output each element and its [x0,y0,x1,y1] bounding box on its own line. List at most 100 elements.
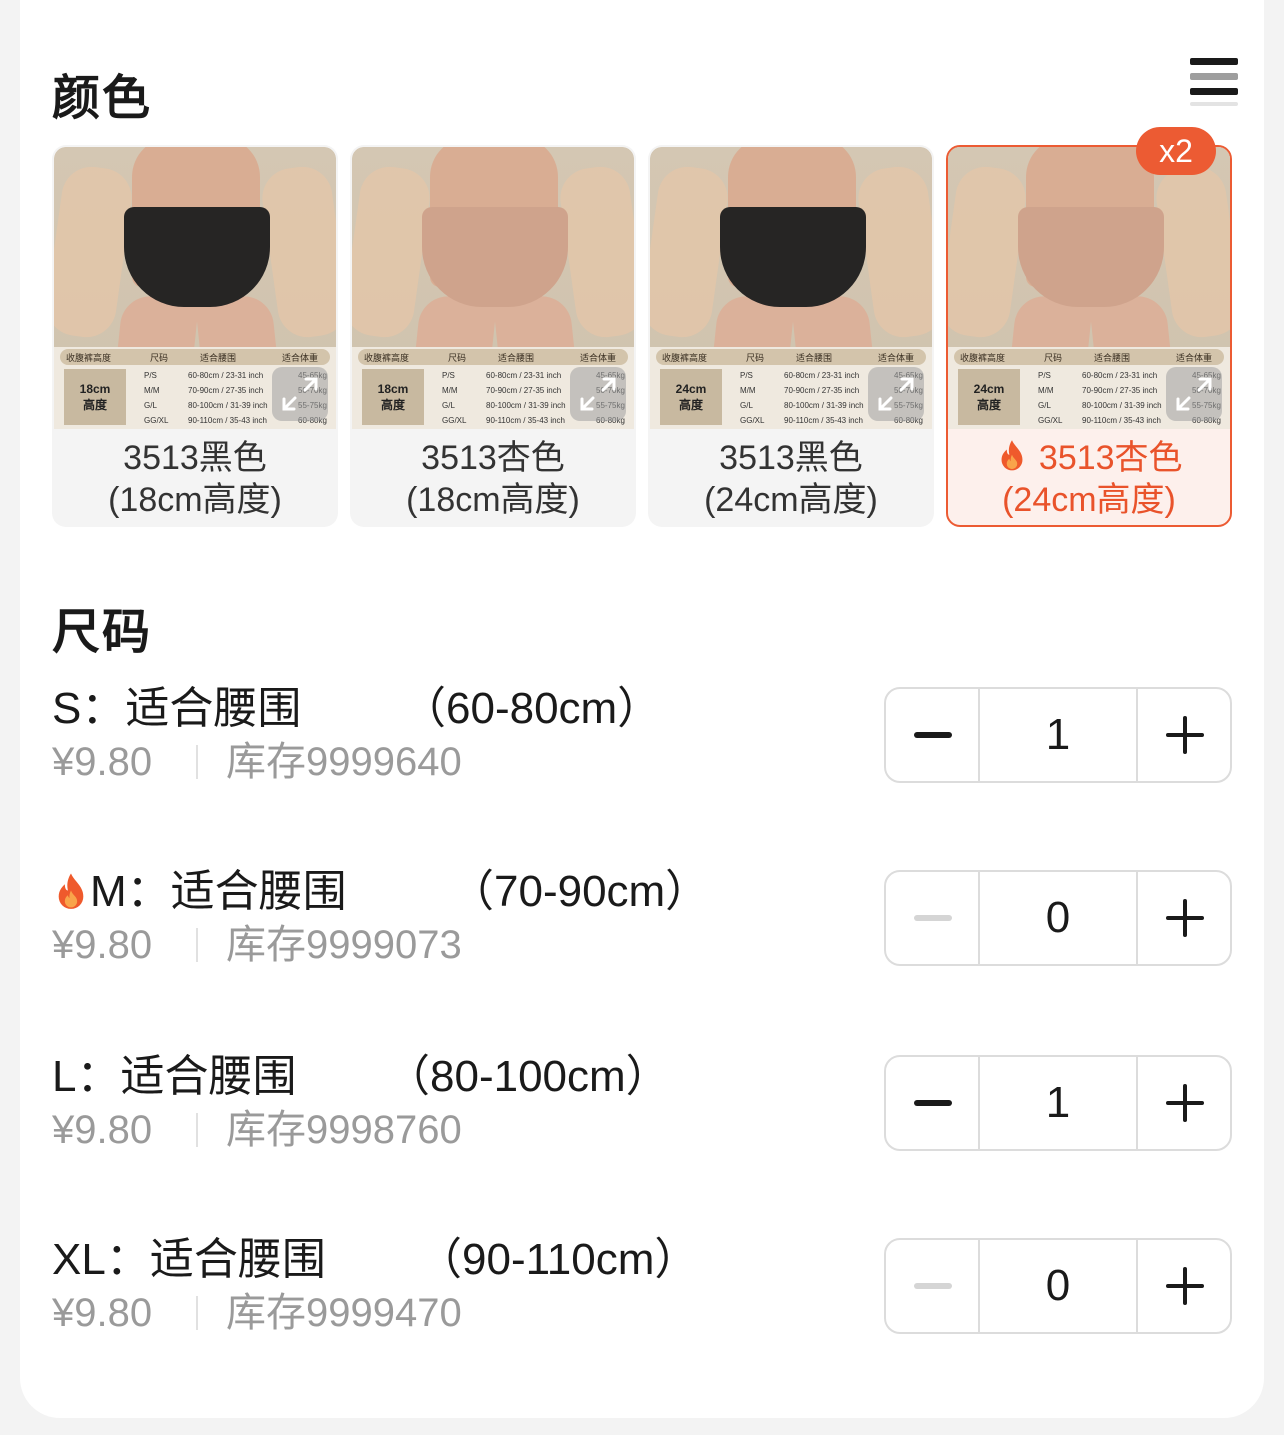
size-waist-range: （80-100cm） [386,1052,670,1101]
swatch-label-line2: (18cm高度) [406,481,580,519]
size-chart-waist: 70-90cm / 27-35 inch [486,386,562,395]
plus-button[interactable] [1138,1057,1230,1149]
expand-icon[interactable] [868,367,924,421]
quantity-stepper: 1 [884,1055,1232,1151]
size-chart-waist: 90-110cm / 35-43 inch [784,416,864,425]
size-chart-size: M/M [740,386,756,395]
swatch-label-line1: 3513杏色 [421,439,565,477]
color-swatch[interactable]: 收腹裤高度 尺码 适合腰围 适合体重 24cm 高度 P/S 60-80cm / 23-31 … [648,145,934,527]
size-stock: 库存9999073 [226,923,462,967]
size-chart-header: 收腹裤高度 尺码 适合腰围 适合体重 [60,349,330,365]
size-stock: 库存9999640 [226,740,462,784]
color-section-title: 颜色 [52,72,153,125]
plus-icon [1183,1084,1187,1122]
quantity-value[interactable]: 0 [980,1240,1138,1332]
size-chart-waist: 70-90cm / 27-35 inch [784,386,860,395]
height-badge: 18cm 高度 [362,369,424,425]
size-chart-waist: 90-110cm / 35-43 inch [486,416,566,425]
product-image: 收腹裤高度 尺码 适合腰围 适合体重 24cm 高度 P/S 60-80cm / 23-31 … [948,147,1230,429]
minus-button[interactable] [886,1057,980,1149]
swatch-label-line1: 3513黑色 [123,439,267,477]
expand-icon[interactable] [1166,367,1222,421]
size-chart-size: P/S [1038,371,1051,380]
price-stock-divider [196,745,198,779]
minus-button[interactable] [886,689,980,781]
size-chart-header-cell: 适合体重 [1176,353,1213,363]
minus-icon [914,915,952,921]
list-view-icon[interactable] [1190,58,1238,106]
size-section-title: 尺码 [52,606,153,659]
size-chart-header-cell: 尺码 [150,353,169,363]
minus-button[interactable] [886,872,980,964]
size-chart-header-cell: 适合腰围 [796,353,833,363]
plus-button[interactable] [1138,872,1230,964]
expand-icon[interactable] [570,367,626,421]
size-chart-size: M/M [144,386,160,395]
garment-shape [422,207,568,307]
size-chart-header-cell: 收腹裤高度 [960,353,1006,363]
height-badge: 18cm 高度 [64,369,126,425]
size-chart-waist: 60-80cm / 23-31 inch [784,371,860,380]
price-stock-divider [196,1113,198,1147]
size-chart-header: 收腹裤高度 尺码 适合腰围 适合体重 [656,349,926,365]
minus-icon [914,1100,952,1106]
size-chart-header-cell: 尺码 [1044,353,1063,363]
color-swatch[interactable]: 收腹裤高度 尺码 适合腰围 适合体重 18cm 高度 P/S 60-80cm / 23-31 … [52,145,338,527]
size-waist-range: （70-90cm） [450,867,710,916]
height-badge-label: 高度 [380,398,405,412]
size-chart-size: GG/XL [1038,416,1063,425]
quantity-value[interactable]: 1 [980,689,1138,781]
size-chart-size: P/S [442,371,455,380]
color-swatch[interactable]: 收腹裤高度 尺码 适合腰围 适合体重 24cm 高度 P/S 60-80cm / 23-31 … [946,127,1232,527]
plus-button[interactable] [1138,1240,1230,1332]
size-chart-waist: 90-110cm / 35-43 inch [1082,416,1162,425]
garment-shape [1018,207,1164,307]
size-chart-header-cell: 收腹裤高度 [662,353,708,363]
size-chart-waist: 80-100cm / 31-39 inch [1082,401,1162,410]
swatch-label-line2: (24cm高度) [704,481,878,519]
height-badge-label: 高度 [82,398,107,412]
size-chart-size: G/L [1038,401,1051,410]
quantity-value[interactable]: 0 [980,872,1138,964]
size-chart-header: 收腹裤高度 尺码 适合腰围 适合体重 [954,349,1224,365]
size-waist-range: （60-80cm） [402,684,662,733]
color-swatch[interactable]: 收腹裤高度 尺码 适合腰围 适合体重 18cm 高度 P/S 60-80cm / 23-31 … [350,145,636,527]
quantity-value[interactable]: 1 [980,1057,1138,1149]
size-chart-header: 收腹裤高度 尺码 适合腰围 适合体重 [358,349,628,365]
swatch-label-line1: 3513黑色 [719,439,863,477]
size-waist-range: （90-110cm） [418,1235,699,1284]
swatch-label: 3513杏色 (18cm高度) [352,437,634,521]
size-chart-size: GG/XL [144,416,169,425]
size-option-row: XL：适合腰围 （90-110cm） ¥9.80 库存9999470 0 [52,1234,1232,1335]
minus-button[interactable] [886,1240,980,1332]
size-stock: 库存9999470 [226,1291,462,1335]
size-price: ¥9.80 [52,740,153,784]
size-chart-waist: 70-90cm / 27-35 inch [1082,386,1158,395]
selected-count-badge: x2 [1136,127,1216,175]
size-chart-size: M/M [1038,386,1054,395]
size-chart-size: M/M [442,386,458,395]
size-chart-header-cell: 适合体重 [580,353,617,363]
height-badge-label: 高度 [678,398,703,412]
size-stock: 库存9998760 [226,1108,462,1152]
plus-button[interactable] [1138,689,1230,781]
size-chart-waist: 60-80cm / 23-31 inch [1082,371,1158,380]
price-stock-divider [196,928,198,962]
size-chart-header-cell: 适合体重 [282,353,319,363]
height-badge-value: 18cm [79,382,111,396]
height-badge-value: 18cm [377,382,409,396]
quantity-stepper: 0 [884,870,1232,966]
size-option-row: M：适合腰围 （70-90cm） ¥9.80 库存9999073 0 [52,866,1232,967]
size-price: ¥9.80 [52,1291,153,1335]
size-chart-waist: 90-110cm / 35-43 inch [188,416,268,425]
size-name: XL：适合腰围 [52,1235,326,1284]
size-chart-size: G/L [144,401,157,410]
size-chart-header-cell: 尺码 [746,353,765,363]
color-swatch-grid: 收腹裤高度 尺码 适合腰围 适合体重 18cm 高度 P/S 60-80cm / 23-31 … [52,127,1232,527]
size-chart-size: P/S [740,371,753,380]
plus-icon [1183,1267,1187,1305]
height-badge: 24cm 高度 [660,369,722,425]
swatch-label-line2: (24cm高度) [1002,481,1176,519]
expand-icon[interactable] [272,367,328,421]
quantity-stepper: 1 [884,687,1232,783]
